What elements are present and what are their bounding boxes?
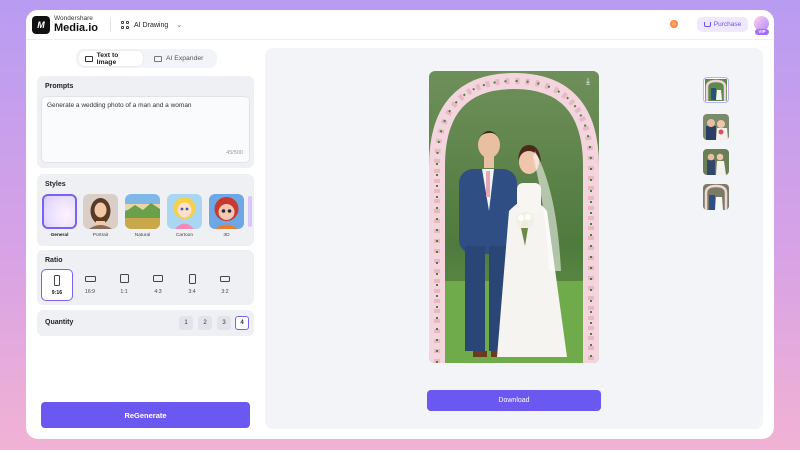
ratio-panel: Ratio 9:16 16:9 1:1 4:3 3:4 3:2 bbox=[37, 250, 254, 305]
generated-image[interactable]: ⤓ bbox=[429, 71, 599, 363]
square-ratio-icon bbox=[119, 274, 129, 283]
portrait-ratio-icon bbox=[54, 275, 60, 286]
style-label: Cartoon bbox=[175, 233, 194, 238]
brand-company: Wondershare bbox=[54, 15, 93, 22]
result-thumbnail-2[interactable] bbox=[703, 114, 729, 140]
style-3d[interactable]: 3D bbox=[209, 194, 244, 238]
styles-title: Styles bbox=[45, 181, 66, 188]
ratio-label: 9:16 bbox=[51, 290, 63, 296]
style-cartoon[interactable]: Cartoon bbox=[167, 194, 202, 238]
styles-panel: Styles General Portrait Natural Cartoon … bbox=[37, 174, 254, 246]
style-label: Portrait bbox=[92, 233, 109, 238]
ai-drawing-dropdown[interactable]: AI Drawing ⌄ bbox=[121, 18, 182, 32]
ratio-3-4[interactable]: 3:4 bbox=[176, 269, 208, 301]
top-bar: M Wondershare Media.io AI Drawing ⌄ Purc… bbox=[26, 10, 774, 40]
brand-name[interactable]: Media.io bbox=[54, 22, 98, 34]
prompt-input[interactable]: Generate a wedding photo of a man and a … bbox=[41, 96, 250, 163]
style-3d-thumb bbox=[209, 194, 244, 229]
quantity-panel: Quantity 1 2 3 4 bbox=[37, 310, 254, 336]
wedding-photo bbox=[429, 71, 599, 363]
ratio-title: Ratio bbox=[45, 257, 63, 264]
grid-icon bbox=[121, 21, 129, 29]
tab-label: AI Expander bbox=[166, 55, 204, 62]
ai-drawing-label: AI Drawing bbox=[134, 21, 169, 29]
prompts-title: Prompts bbox=[45, 83, 74, 90]
ratio-label: 4:3 bbox=[154, 289, 162, 295]
purchase-label: Purchase bbox=[713, 21, 742, 28]
expand-icon bbox=[154, 55, 162, 62]
quantity-option-4[interactable]: 4 bbox=[235, 316, 249, 330]
prompt-text: Generate a wedding photo of a man and a … bbox=[47, 102, 192, 109]
mode-tabs: Text to Image AI Expander bbox=[76, 49, 217, 68]
download-button[interactable]: Download bbox=[427, 390, 601, 411]
prompts-panel: Prompts Generate a wedding photo of a ma… bbox=[37, 76, 254, 168]
styles-scroll-indicator[interactable] bbox=[248, 196, 252, 227]
chevron-down-icon: ⌄ bbox=[176, 22, 183, 29]
result-thumbnail-1[interactable] bbox=[703, 77, 729, 103]
quantity-option-1[interactable]: 1 bbox=[179, 316, 193, 330]
media-io-logo-icon[interactable]: M bbox=[32, 16, 50, 34]
tab-ai-expander[interactable]: AI Expander bbox=[148, 51, 214, 66]
thumbnail-image bbox=[703, 184, 729, 210]
landscape-ratio-icon bbox=[84, 276, 96, 282]
thumbnail-image bbox=[703, 149, 729, 175]
character-count: 45/500 bbox=[226, 150, 243, 156]
ratio-3-2[interactable]: 3:2 bbox=[209, 269, 241, 301]
style-label: 3D bbox=[223, 233, 230, 238]
three-four-ratio-icon bbox=[188, 274, 196, 284]
image-icon bbox=[85, 55, 93, 62]
ratio-9-16[interactable]: 9:16 bbox=[41, 269, 73, 301]
preview-panel: ⤓ Download bbox=[265, 48, 763, 429]
four-three-ratio-icon bbox=[153, 275, 163, 282]
style-general[interactable]: General bbox=[42, 194, 77, 238]
thumbnail-image bbox=[705, 79, 727, 101]
tab-label: Text to Image bbox=[96, 51, 119, 66]
quantity-title: Quantity bbox=[45, 319, 74, 326]
style-natural[interactable]: Natural bbox=[125, 194, 160, 238]
thumbnail-image bbox=[703, 114, 729, 140]
regenerate-button[interactable]: ReGenerate bbox=[41, 402, 250, 428]
vip-badge: VIP bbox=[755, 29, 769, 35]
ratio-label: 1:1 bbox=[120, 289, 128, 295]
result-thumbnail-3[interactable] bbox=[703, 149, 729, 175]
style-portrait[interactable]: Portrait bbox=[83, 194, 118, 238]
style-general-thumb bbox=[42, 194, 77, 229]
style-natural-thumb bbox=[125, 194, 160, 229]
cart-icon bbox=[703, 22, 711, 27]
result-thumbnail-4[interactable] bbox=[703, 184, 729, 210]
ratio-label: 16:9 bbox=[84, 289, 96, 295]
app-window: M Wondershare Media.io AI Drawing ⌄ Purc… bbox=[26, 10, 774, 439]
purchase-button[interactable]: Purchase bbox=[697, 17, 748, 32]
style-label: General bbox=[50, 233, 69, 238]
style-portrait-thumb bbox=[83, 194, 118, 229]
ratio-label: 3:4 bbox=[188, 289, 196, 295]
tab-text-to-image[interactable]: Text to Image bbox=[79, 51, 143, 66]
ratio-label: 3:2 bbox=[221, 289, 229, 295]
ratio-4-3[interactable]: 4:3 bbox=[142, 269, 174, 301]
ratio-1-1[interactable]: 1:1 bbox=[108, 269, 140, 301]
quantity-option-3[interactable]: 3 bbox=[217, 316, 231, 330]
style-label: Natural bbox=[134, 233, 151, 238]
header-divider bbox=[110, 18, 111, 32]
style-cartoon-thumb bbox=[167, 194, 202, 229]
theme-orb-icon[interactable] bbox=[670, 20, 678, 28]
download-icon[interactable]: ⤓ bbox=[583, 76, 593, 86]
three-two-ratio-icon bbox=[220, 276, 230, 282]
quantity-option-2[interactable]: 2 bbox=[198, 316, 212, 330]
ratio-16-9[interactable]: 16:9 bbox=[74, 269, 106, 301]
